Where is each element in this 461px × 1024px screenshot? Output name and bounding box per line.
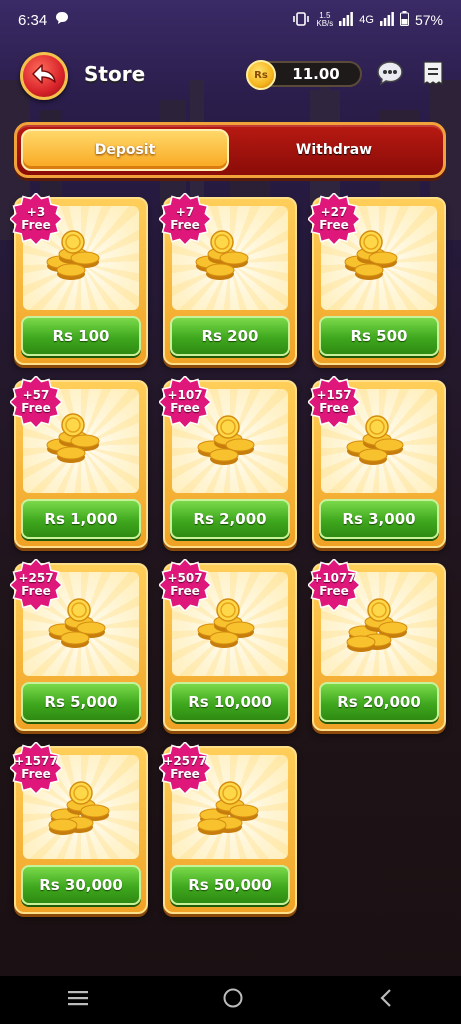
recents-icon[interactable] [67,990,89,1010]
price-button[interactable]: Rs 5,000 [21,682,141,722]
bonus-free-label: Free [21,767,51,781]
bonus-badge: +1577 Free [10,742,62,794]
bonus-badge: +3 Free [10,193,62,245]
bonus-badge: +257 Free [10,559,62,611]
bonus-free-label: Free [170,584,200,598]
price-button[interactable]: Rs 200 [170,316,290,356]
bonus-free-label: Free [170,218,200,232]
home-icon[interactable] [222,987,244,1013]
bonus-badge: +2577 Free [159,742,211,794]
bonus-free-label: Free [319,401,349,415]
bonus-badge: +1077 Free [308,559,360,611]
package-grid: Rs 100 +3 Free Rs 200 +7 Free Rs 500 +27 Free Rs … [0,0,461,1024]
price-button[interactable]: Rs 1,000 [21,499,141,539]
bonus-badge: +27 Free [308,193,360,245]
price-button[interactable]: Rs 20,000 [319,682,439,722]
bonus-free-label: Free [319,218,349,232]
bonus-free-label: Free [21,218,51,232]
bonus-free-label: Free [170,767,200,781]
bonus-badge: +7 Free [159,193,211,245]
price-button[interactable]: Rs 30,000 [21,865,141,905]
bonus-badge: +107 Free [159,376,211,428]
system-nav-bar [0,976,461,1024]
bonus-free-label: Free [319,584,349,598]
price-button[interactable]: Rs 3,000 [319,499,439,539]
bonus-badge: +507 Free [159,559,211,611]
price-button[interactable]: Rs 10,000 [170,682,290,722]
bonus-badge: +57 Free [10,376,62,428]
price-button[interactable]: Rs 50,000 [170,865,290,905]
bonus-free-label: Free [21,401,51,415]
price-button[interactable]: Rs 500 [319,316,439,356]
back-icon[interactable] [378,988,394,1012]
price-button[interactable]: Rs 100 [21,316,141,356]
bonus-free-label: Free [170,401,200,415]
bonus-free-label: Free [21,584,51,598]
bonus-badge: +157 Free [308,376,360,428]
price-button[interactable]: Rs 2,000 [170,499,290,539]
